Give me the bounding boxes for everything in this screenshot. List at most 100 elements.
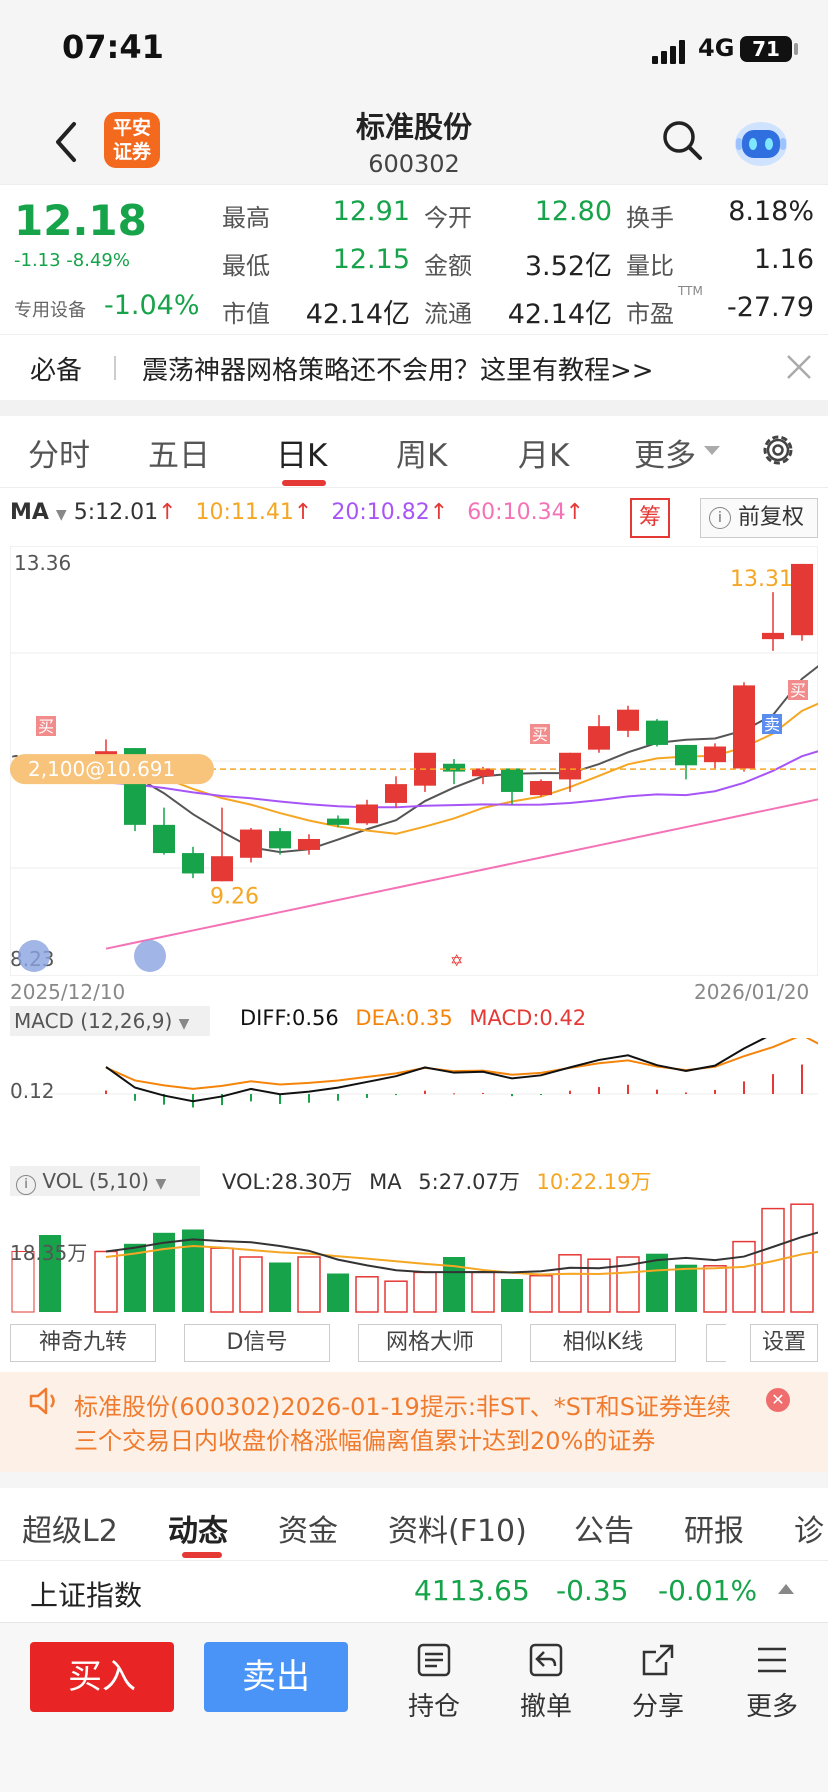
volume-bar: [703, 1265, 727, 1313]
ma-selector[interactable]: MA: [10, 500, 49, 525]
tool-similar-kline[interactable]: 相似K线: [530, 1324, 676, 1362]
chip-distribution-button[interactable]: 筹: [630, 498, 670, 538]
low-price-label: 9.26: [210, 884, 259, 909]
tab-announcements[interactable]: 公告: [574, 1506, 634, 1550]
menu-icon: [758, 1647, 786, 1673]
tab-daily-k[interactable]: 日K: [276, 430, 327, 475]
share-label: 分享: [631, 1692, 684, 1722]
macd-bar: [627, 1084, 629, 1094]
macd-bar: [801, 1064, 803, 1094]
fullscreen-icon[interactable]: [134, 940, 166, 972]
macd-bar: [308, 1094, 310, 1103]
close-icon[interactable]: [784, 352, 814, 382]
volume-bar: [210, 1247, 234, 1313]
notice-link[interactable]: 震荡神器网格策略还不会用？这里有教程>>: [142, 350, 654, 387]
vol-selector[interactable]: i VOL (5,10) ▼: [10, 1166, 200, 1196]
candle[interactable]: [791, 563, 813, 641]
share-button[interactable]: 分享: [618, 1640, 698, 1723]
macd-chart[interactable]: 0.12: [10, 1038, 818, 1150]
volume-bar: [182, 1229, 204, 1312]
holdings-button[interactable]: 持仓: [394, 1640, 474, 1723]
tab-super-l2[interactable]: 超级L2: [22, 1506, 118, 1550]
more-label: 更多: [745, 1692, 798, 1722]
tab-five-day[interactable]: 五日: [148, 430, 210, 475]
candle-body: [298, 838, 320, 850]
close-icon[interactable]: ✕: [766, 1388, 790, 1412]
expand-left-icon[interactable]: [18, 940, 50, 972]
macd-bar: [482, 1092, 484, 1094]
buy-button[interactable]: 买入: [30, 1642, 174, 1712]
candle[interactable]: [733, 682, 755, 772]
chevron-down-icon: ▼: [178, 1016, 190, 1032]
quote-label-open: 今开: [424, 204, 472, 232]
notice-tag: 必备: [30, 356, 83, 386]
tab-capital[interactable]: 资金: [278, 1506, 338, 1550]
volume-bar: [355, 1276, 379, 1313]
quote-value-float: 42.14亿: [507, 299, 612, 330]
cancel-order-button[interactable]: 撤单: [506, 1640, 586, 1723]
macd-label: MACD (12,26,9): [14, 1009, 173, 1033]
tab-diagnosis[interactable]: 诊: [794, 1506, 824, 1550]
industry-change[interactable]: -1.04%: [104, 290, 200, 321]
vol-current: VOL:28.30万: [222, 1170, 353, 1194]
tab-weekly-k[interactable]: 周K: [396, 430, 447, 475]
candle-body: [327, 818, 349, 825]
sell-marker: 卖: [762, 714, 782, 734]
industry-label[interactable]: 专用设备: [14, 296, 86, 322]
volume-chart[interactable]: 18.35万: [10, 1196, 818, 1314]
candle-body: [704, 746, 726, 763]
gear-icon[interactable]: [758, 430, 798, 470]
adjust-mode-button[interactable]: i 前复权: [700, 498, 818, 538]
tool-more-hidden[interactable]: [706, 1324, 726, 1362]
tab-more[interactable]: 更多: [634, 430, 696, 475]
tab-news[interactable]: 动态: [168, 1506, 228, 1550]
quote-label-turnover: 换手: [626, 204, 674, 232]
macd-selector[interactable]: MACD (12,26,9) ▼: [10, 1006, 210, 1036]
volume-bar: [529, 1274, 553, 1313]
vol-axis-label: 18.35万: [10, 1241, 87, 1265]
tab-research[interactable]: 研报: [684, 1506, 744, 1550]
volume-bar: [384, 1280, 408, 1313]
notice-divider: [114, 356, 116, 380]
tool-settings[interactable]: 设置: [750, 1324, 818, 1362]
candle[interactable]: [240, 828, 262, 863]
arrow-up-icon: ↑: [293, 500, 313, 525]
tool-grid-master[interactable]: 网格大师: [358, 1324, 502, 1362]
buy-mark: 买: [532, 725, 548, 744]
candle-body: [588, 726, 610, 750]
tool-d-signal[interactable]: D信号: [184, 1324, 330, 1362]
share-icon: [642, 1644, 674, 1676]
more-button[interactable]: 更多: [732, 1640, 812, 1723]
volume-bar: [327, 1273, 349, 1312]
volume-bar: [790, 1203, 814, 1313]
volume-bar: [269, 1262, 291, 1312]
ai-assistant-robot-icon[interactable]: [732, 114, 790, 168]
tab-intraday[interactable]: 分时: [28, 430, 90, 475]
macd-bar: [366, 1094, 368, 1098]
kline-chart[interactable]: 13.36 10.99 8.23 2,100@10.691 13.31 9.26…: [10, 546, 818, 976]
tab-profile[interactable]: 资料(F10): [388, 1506, 527, 1550]
section-gap: [0, 1472, 828, 1488]
tool-nine-turn[interactable]: 神奇九转: [10, 1324, 156, 1362]
sell-button[interactable]: 卖出: [204, 1642, 348, 1712]
status-time: 07:41: [62, 28, 164, 66]
candle-body: [791, 563, 813, 636]
volume-bar: [413, 1271, 437, 1313]
undo-icon: [529, 1643, 563, 1677]
candle-body: [762, 632, 784, 640]
candle-body: [443, 763, 465, 772]
candle[interactable]: [530, 779, 552, 797]
candle[interactable]: [646, 719, 668, 747]
search-icon[interactable]: [660, 118, 704, 162]
macd-bar: [685, 1092, 687, 1094]
macd-dea: DEA:0.35: [355, 1006, 453, 1030]
chevron-up-icon[interactable]: [778, 1584, 794, 1594]
section-gap: [0, 400, 828, 416]
index-name: 上证指数: [30, 1579, 143, 1612]
tab-monthly-k[interactable]: 月K: [518, 430, 569, 475]
adjust-mode-label: 前复权: [738, 505, 805, 530]
event-star-icon[interactable]: ✡: [450, 951, 463, 970]
chevron-down-icon[interactable]: ▼: [56, 507, 67, 523]
last-price: 12.18: [14, 196, 147, 245]
macd-bar: [134, 1094, 136, 1101]
